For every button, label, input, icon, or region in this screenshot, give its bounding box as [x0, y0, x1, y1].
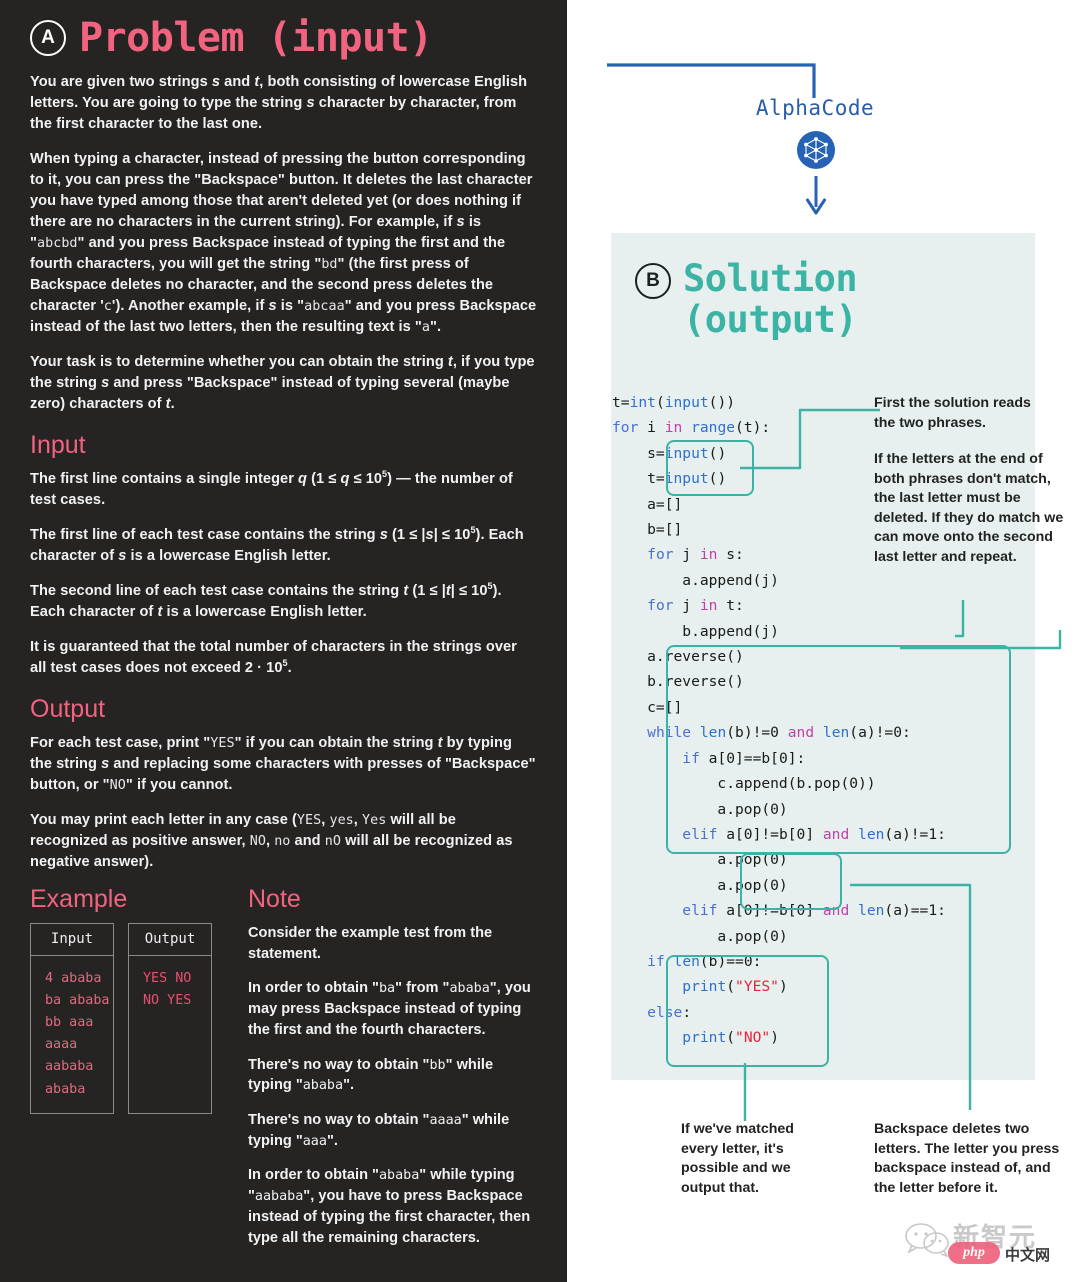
code-line: if len(b)==0:: [647, 952, 762, 970]
code-line: b.reverse(): [612, 673, 744, 691]
output-paragraph-1: For each test case, print "YES" if you c…: [30, 735, 536, 793]
section-badge-b: B: [635, 263, 671, 299]
code-line: for j in s:: [647, 546, 744, 564]
output-heading: Output: [30, 695, 106, 723]
output-paragraph-2: You may print each letter in any case (Y…: [30, 812, 513, 870]
code-line: t=input(): [612, 470, 727, 488]
note-paragraph-4: There's no way to obtain "aaaa" while ty…: [248, 1112, 510, 1149]
code-line: t=int(input()): [612, 394, 736, 411]
watermark: 新智元 php 中文网: [905, 1215, 1075, 1277]
note-paragraph-1: Consider the example test from the state…: [248, 925, 493, 962]
bracket-connector: [607, 63, 816, 98]
page-title: Problem (input): [79, 15, 433, 61]
watermark-cn-label: 中文网: [1005, 1247, 1051, 1264]
example-note-row: Example Input 4 ababa ba ababa bb aaa aa…: [30, 887, 537, 1262]
connector-while-to-box: [900, 630, 1062, 650]
section-badge-a: A: [30, 20, 66, 56]
code-line: print("NO"): [682, 1029, 779, 1047]
code-line: b.append(j): [612, 622, 779, 640]
code-line: c.append(b.pop(0)): [612, 775, 876, 793]
down-arrow-icon: [806, 176, 826, 215]
code-line: c=[]: [612, 698, 683, 716]
input-paragraph-3: The second line of each test case contai…: [30, 581, 502, 620]
code-line: for i in range(t):: [612, 419, 771, 437]
example-output-body: YES NO NO YES: [143, 971, 192, 1009]
note-column: Note Consider the example test from the …: [248, 887, 537, 1262]
watermark-php-badge: php: [948, 1242, 1000, 1264]
code-line: a.reverse(): [612, 648, 744, 666]
wechat-icon: [905, 1223, 949, 1257]
example-column: Example Input 4 ababa ba ababa bb aaa aa…: [30, 887, 226, 1262]
solution-title-line1: Solution: [683, 257, 858, 300]
code-line: print("YES"): [682, 978, 788, 996]
problem-header: A Problem (input): [30, 18, 537, 58]
input-heading: Input: [30, 431, 86, 459]
code-line: a.pop(0): [612, 851, 788, 869]
code-line: a.append(j): [612, 571, 779, 589]
problem-panel: A Problem (input) You are given two stri…: [0, 0, 567, 1282]
example-output-table: Output YES NO NO YES: [128, 923, 212, 1114]
code-line: if a[0]==b[0]:: [682, 749, 806, 767]
code-line: s=input(): [612, 444, 727, 462]
note-paragraph-5: In order to obtain "ababa" while typing …: [248, 1167, 531, 1246]
solution-header: B Solution (output): [611, 233, 1035, 340]
example-output-header: Output: [129, 924, 211, 956]
example-input-body: 4 ababa ba ababa bb aaa aaaa aababa abab…: [45, 971, 110, 1097]
code-line: elif a[0]!=b[0] and len(a)!=1:: [682, 825, 946, 843]
annotation-backspace-deletes: Backspace deletes two letters. The lette…: [874, 1121, 1060, 1196]
code-line: a.pop(0): [612, 800, 788, 818]
problem-paragraph-1: You are given two strings s and t, both …: [30, 74, 528, 132]
input-paragraph-4: It is guaranteed that the total number o…: [30, 639, 517, 676]
annotation-read-phrases: First the solution reads the two phrases…: [874, 395, 1031, 431]
alphacode-label: AlphaCode: [755, 96, 875, 120]
solution-code: t=int(input()) for i in range(t): s=inpu…: [612, 390, 946, 1051]
problem-paragraph-3: Your task is to determine whether you ca…: [30, 354, 535, 412]
connector-output-note: [743, 1063, 747, 1121]
code-line: else:: [647, 1003, 692, 1021]
example-heading: Example: [30, 885, 128, 913]
note-paragraph-3: There's no way to obtain "bb" while typi…: [248, 1056, 494, 1094]
note-paragraph-2: In order to obtain "ba" from "ababa", yo…: [248, 980, 531, 1038]
annotation-match-letters: If the letters at the end of both phrase…: [874, 451, 1064, 565]
example-input-header: Input: [31, 924, 113, 956]
note-heading: Note: [248, 885, 301, 913]
code-line: for j in t:: [647, 597, 744, 615]
code-line: b=[]: [612, 521, 683, 539]
solution-title-line2: (output): [683, 297, 858, 341]
example-tables: Input 4 ababa ba ababa bb aaa aaaa aabab…: [30, 923, 226, 1114]
code-line: elif a[0]!=b[0] and len(a)==1:: [682, 902, 946, 920]
code-line: while len(b)!=0 and len(a)!=0:: [647, 724, 911, 742]
input-paragraph-2: The first line of each test case contain…: [30, 525, 524, 564]
annotation-matched-every-letter: If we've matched every letter, it's poss…: [681, 1121, 794, 1196]
code-line: a.pop(0): [612, 927, 788, 945]
code-line: a=[]: [612, 495, 683, 513]
input-paragraph-1: The first line contains a single integer…: [30, 469, 513, 508]
example-input-table: Input 4 ababa ba ababa bb aaa aaaa aabab…: [30, 923, 114, 1114]
code-line: a.pop(0): [612, 876, 788, 894]
solution-title: Solution (output): [683, 257, 858, 341]
alphacode-logo-icon: [797, 131, 835, 169]
problem-paragraph-2: When typing a character, instead of pres…: [30, 151, 537, 335]
